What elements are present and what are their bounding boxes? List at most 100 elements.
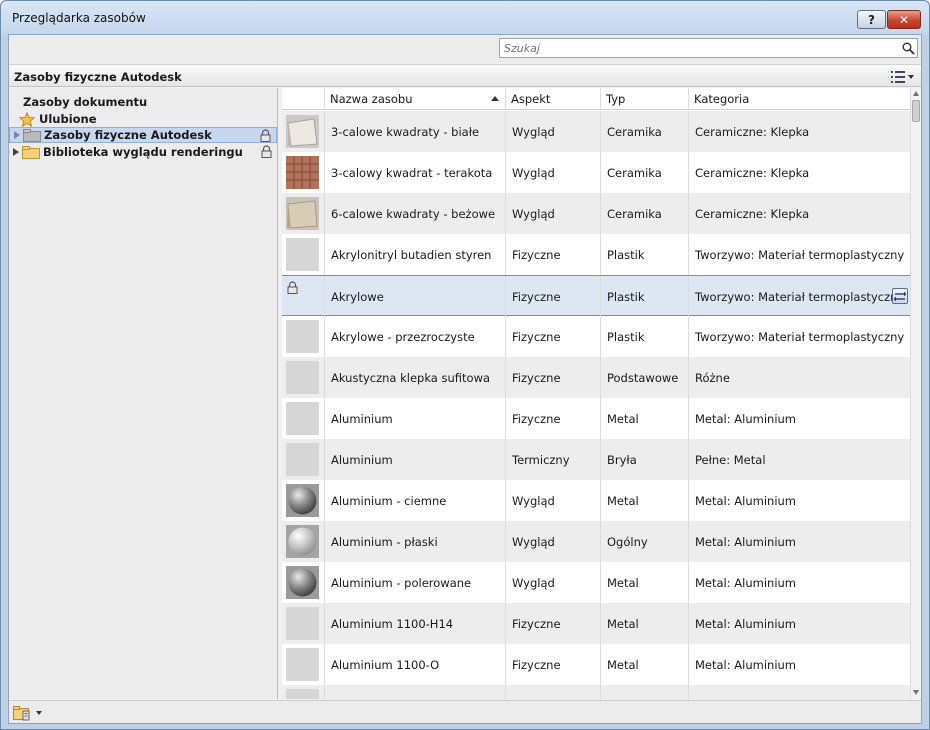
asset-type-cell: Metal	[600, 603, 688, 644]
window-title: Przeglądarka zasobów	[12, 11, 146, 25]
asset-name-cell: Akustyczna klepka sufitowa	[324, 357, 505, 398]
expand-arrow-icon[interactable]	[11, 148, 20, 157]
thumbnail-cell	[282, 685, 324, 699]
chevron-down-icon	[36, 710, 42, 715]
table-row[interactable]: Aluminium - płaski Wygląd Ogólny Metal: Alu…	[282, 521, 910, 562]
asset-category-cell	[688, 685, 910, 699]
asset-category-cell: Ceramiczne: Klepka	[688, 152, 910, 193]
asset-type-cell: Bryła	[600, 439, 688, 480]
thumbnail-cell	[282, 521, 324, 562]
view-options-button[interactable]	[891, 69, 919, 84]
column-header-category[interactable]: Kategoria	[688, 88, 910, 110]
thumbnail-cell	[282, 398, 324, 439]
library-tree: Zasoby dokumentu Ulubione Zasoby fizyczn…	[9, 88, 278, 699]
material-thumbnail	[286, 607, 319, 640]
swap-icon	[893, 291, 907, 302]
asset-name-cell: Akrylowe - przezroczyste	[324, 316, 505, 357]
asset-name-cell: 6-calowe kwadraty - beżowe	[324, 193, 505, 234]
asset-aspect-cell: Fizyczne	[505, 644, 600, 685]
sort-ascending-icon	[491, 96, 499, 101]
asset-type-cell: Plastik	[600, 276, 688, 317]
table-row[interactable]: Aluminium - ciemne Wygląd Metal Metal: Alum…	[282, 480, 910, 521]
asset-aspect-cell: Wygląd	[505, 152, 600, 193]
tree-item-label: Biblioteka wyglądu renderingu	[43, 145, 243, 159]
column-header-name[interactable]: Nazwa zasobu	[324, 88, 505, 110]
asset-aspect-cell: Fizyczne	[505, 603, 600, 644]
expand-arrow-icon[interactable]	[12, 131, 21, 140]
asset-type-cell: Podstawowe	[600, 357, 688, 398]
thumbnail-cell	[282, 562, 324, 603]
asset-aspect-cell: Fizyczne	[505, 357, 600, 398]
thumbnail-cell	[282, 234, 324, 275]
asset-type-cell: Plastik	[600, 316, 688, 357]
asset-category-cell: Ceramiczne: Klepka	[688, 111, 910, 152]
asset-category-cell: Metal: Aluminium	[688, 562, 910, 603]
table-row[interactable]: Aluminium - polerowane Wygląd Metal Metal: …	[282, 562, 910, 603]
asset-type-cell: Plastik	[600, 234, 688, 275]
asset-type-cell: Metal	[600, 398, 688, 439]
replace-asset-button[interactable]	[892, 288, 908, 304]
asset-type-cell: Ogólny	[600, 521, 688, 562]
asset-type-cell: Ceramika	[600, 152, 688, 193]
column-header-label: Nazwa zasobu	[330, 92, 413, 106]
search-box[interactable]	[499, 38, 918, 58]
thumbnail-cell	[282, 316, 324, 357]
thumbnail-cell	[282, 111, 324, 152]
asset-grid: Nazwa zasobu Aspekt Typ Kategoria 3-calo…	[282, 88, 910, 699]
asset-aspect-cell: Termiczny	[505, 439, 600, 480]
table-row[interactable]: Aluminium 1100-H14 Fizyczne Metal Metal: Al…	[282, 603, 910, 644]
material-thumbnail	[286, 648, 319, 681]
column-header-aspect[interactable]: Aspekt	[505, 88, 600, 110]
table-row[interactable]: 3-calowe kwadraty - białe Wygląd Ceramika C…	[282, 111, 910, 152]
material-thumbnail	[286, 156, 319, 189]
table-row[interactable]: Aluminium Fizyczne Metal Metal: Aluminium	[282, 398, 910, 439]
lock-icon	[287, 281, 298, 297]
bottom-toolbar	[9, 700, 921, 723]
table-row[interactable]: 6-calowe kwadraty - beżowe Wygląd Ceramika…	[282, 193, 910, 234]
material-thumbnail	[286, 443, 319, 476]
tree-item-favorites[interactable]: Ulubione	[9, 111, 277, 127]
asset-category-cell: Metal: Aluminium	[688, 603, 910, 644]
asset-aspect-cell: Fizyczne	[505, 316, 600, 357]
tree-item-render-appearance-library[interactable]: Biblioteka wyglądu renderingu	[9, 144, 277, 160]
material-thumbnail	[286, 402, 319, 435]
asset-aspect-cell: Fizyczne	[505, 398, 600, 439]
thumbnail-cell	[282, 603, 324, 644]
asset-name-cell: Aluminium	[324, 439, 505, 480]
table-row[interactable]	[282, 685, 910, 699]
asset-category-cell: Pełne: Metal	[688, 439, 910, 480]
table-row[interactable]: Aluminium 1100-O Fizyczne Metal Metal: Alum…	[282, 644, 910, 685]
help-button[interactable]: ?	[857, 10, 886, 29]
title-bar[interactable]: Przeglądarka zasobów ? ✕	[1, 1, 929, 35]
column-header-type[interactable]: Typ	[600, 88, 688, 110]
asset-type-cell: Metal	[600, 562, 688, 603]
table-row[interactable]: Akrylowe - przezroczyste Fizyczne Plastik T…	[282, 316, 910, 357]
scroll-up-icon[interactable]	[913, 91, 919, 96]
scroll-down-icon[interactable]	[913, 690, 919, 695]
table-row[interactable]: Akrylonitryl butadien styren Fizyczne Plas…	[282, 234, 910, 275]
column-header-thumbnail[interactable]	[282, 88, 324, 110]
scrollbar-thumb[interactable]	[912, 100, 920, 122]
asset-aspect-cell: Fizyczne	[505, 234, 600, 275]
asset-type-cell: Metal	[600, 480, 688, 521]
thumbnail-cell	[282, 644, 324, 685]
material-thumbnail	[286, 361, 319, 394]
vertical-scrollbar[interactable]	[910, 88, 921, 699]
tree-item-document-assets[interactable]: Zasoby dokumentu	[9, 94, 277, 110]
table-row[interactable]: Aluminium Termiczny Bryła Pełne: Metal	[282, 439, 910, 480]
search-bar	[9, 35, 921, 63]
material-thumbnail	[286, 238, 319, 271]
table-row[interactable]: Akustyczna klepka sufitowa Fizyczne Podsta…	[282, 357, 910, 398]
table-row[interactable]: 3-calowy kwadrat - terakota Wygląd Ceramik…	[282, 152, 910, 193]
asset-aspect-cell: Wygląd	[505, 562, 600, 603]
thumbnail-cell	[282, 480, 324, 521]
close-button[interactable]: ✕	[887, 10, 921, 29]
client-area: Zasoby fizyczne Autodesk Zasoby dokument…	[8, 34, 922, 724]
search-icon[interactable]	[899, 39, 917, 57]
search-input[interactable]	[500, 40, 899, 56]
grid-header: Nazwa zasobu Aspekt Typ Kategoria	[282, 88, 910, 110]
table-row[interactable]: Akrylowe Fizyczne Plastik Tworzywo: Materia…	[282, 275, 910, 317]
tree-item-autodesk-physical[interactable]: Zasoby fizyczne Autodesk	[9, 127, 277, 143]
asset-name-cell: 3-calowy kwadrat - terakota	[324, 152, 505, 193]
manage-library-button[interactable]	[13, 704, 43, 721]
